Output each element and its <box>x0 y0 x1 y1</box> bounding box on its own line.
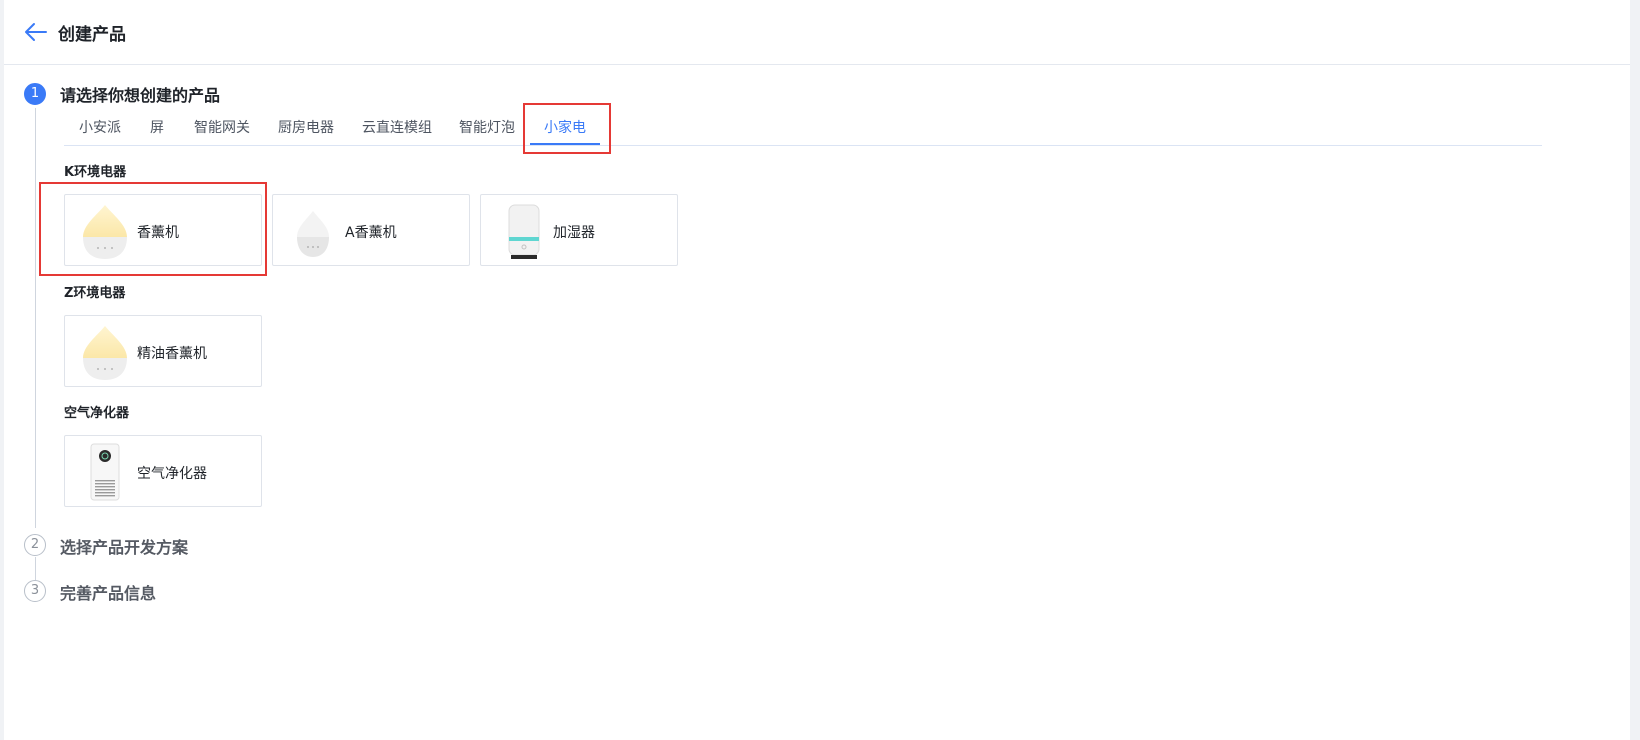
product-label: A香薰机 <box>345 225 397 241</box>
product-label: 加湿器 <box>553 225 595 241</box>
product-label: 空气净化器 <box>137 466 207 482</box>
step-title-3: 完善产品信息 <box>60 584 157 603</box>
product-card-air-purifier[interactable]: 空气净化器 <box>64 435 262 507</box>
product-label: 精油香薰机 <box>137 346 207 362</box>
step-number-2: 2 <box>24 534 46 556</box>
diffuser-image <box>83 205 127 259</box>
tab-kitchen-appliances[interactable]: 厨房电器 <box>278 117 334 137</box>
category-title-z: Z环境电器 <box>64 286 126 301</box>
step-connector-line <box>35 108 36 528</box>
create-product-panel: 创建产品 1 请选择你想创建的产品 小安派 屏 智能网关 厨房电器 云直连模组 … <box>4 0 1630 740</box>
diffuser-image <box>297 211 329 257</box>
step-connector-line <box>35 557 36 580</box>
page-title: 创建产品 <box>58 25 126 45</box>
product-card-humidifier[interactable]: 加湿器 <box>480 194 678 266</box>
product-card-diffuser[interactable]: 香薰机 <box>64 194 262 266</box>
product-type-tabs: 小安派 屏 智能网关 厨房电器 云直连模组 智能灯泡 小家电 <box>64 108 1542 146</box>
step-number-1: 1 <box>24 83 46 105</box>
tab-small-appliances[interactable]: 小家电 <box>544 117 586 137</box>
diffuser-image <box>83 326 127 380</box>
back-arrow-icon[interactable] <box>24 22 48 42</box>
tab-xiaoanpai[interactable]: 小安派 <box>79 117 121 137</box>
product-card-a-diffuser[interactable]: A香薰机 <box>272 194 470 266</box>
air-purifier-image <box>90 443 120 501</box>
product-label: 香薰机 <box>137 225 179 241</box>
tab-smart-gateway[interactable]: 智能网关 <box>194 117 250 137</box>
step-title-2: 选择产品开发方案 <box>60 538 189 557</box>
tab-smart-bulb[interactable]: 智能灯泡 <box>459 117 515 137</box>
tab-screen[interactable]: 屏 <box>150 117 164 137</box>
active-tab-indicator <box>530 143 600 145</box>
category-title-k: K环境电器 <box>64 165 127 180</box>
page-header: 创建产品 <box>4 0 1630 65</box>
step-number-3: 3 <box>24 580 46 602</box>
step-title-1: 请选择你想创建的产品 <box>60 86 221 105</box>
category-title-air-purifier: 空气净化器 <box>64 406 130 421</box>
tab-cloud-module[interactable]: 云直连模组 <box>362 117 432 137</box>
product-card-essential-oil-diffuser[interactable]: 精油香薰机 <box>64 315 262 387</box>
humidifier-image <box>508 204 540 259</box>
